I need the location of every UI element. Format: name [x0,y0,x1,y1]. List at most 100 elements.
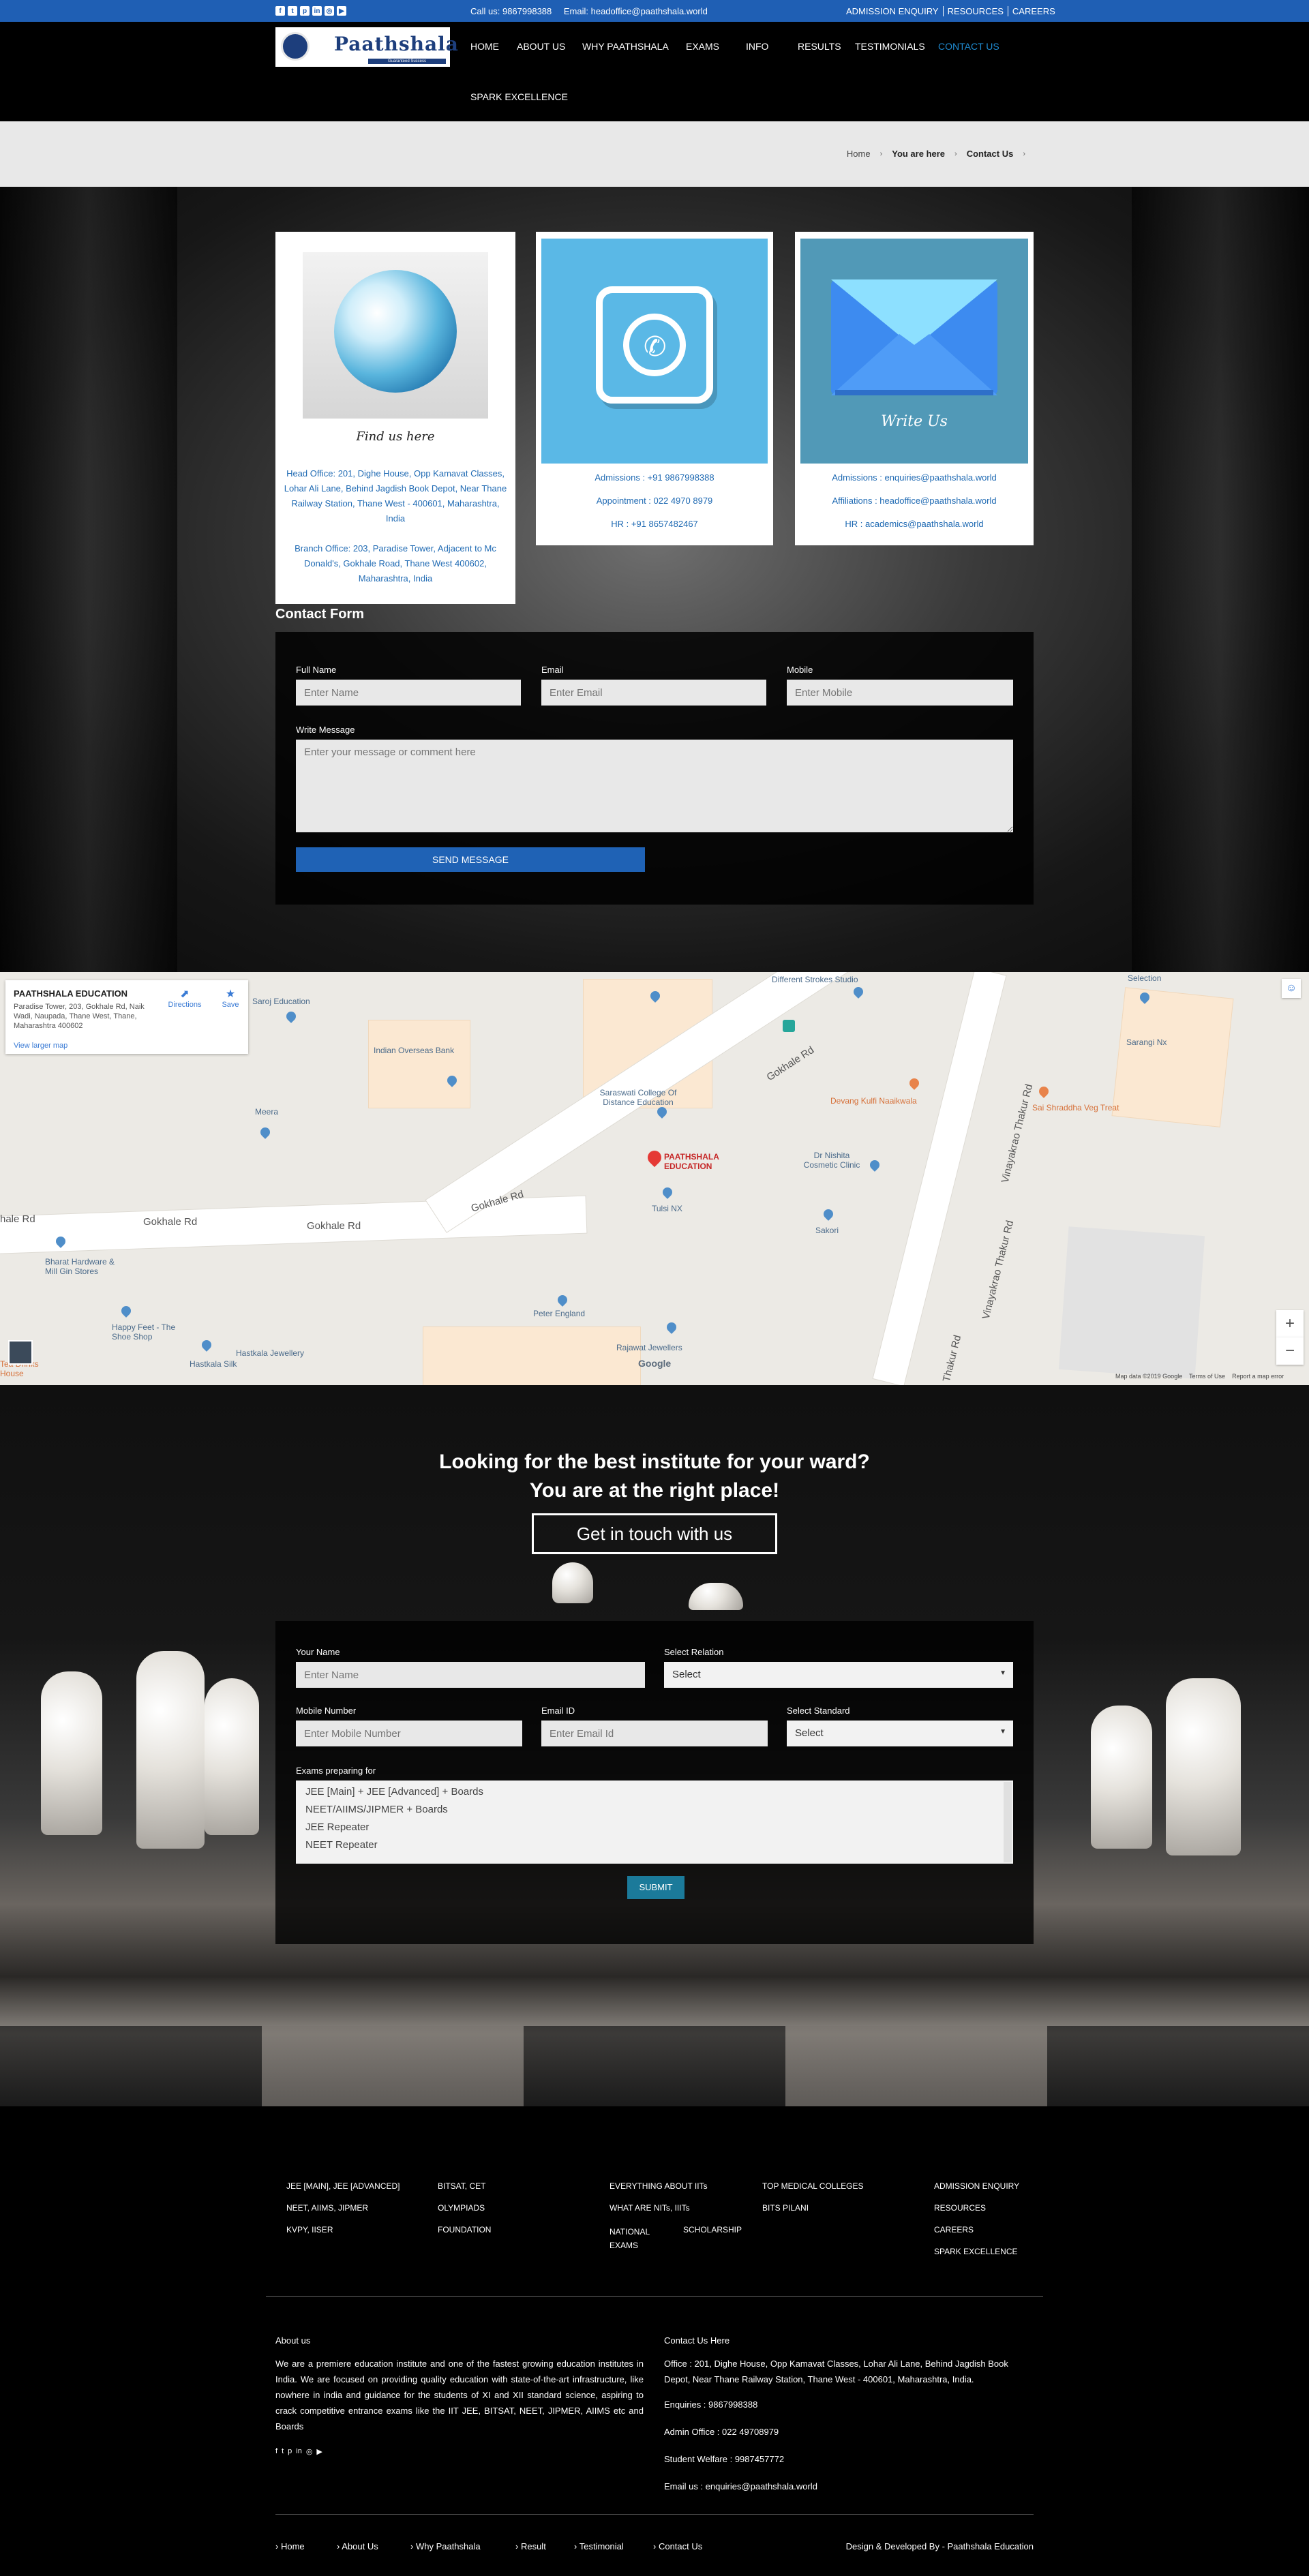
map-label-dr-nishita[interactable]: Dr Nishita Cosmetic Clinic [798,1151,866,1170]
map-label-happy-feet[interactable]: Happy Feet - The Shoe Shop [112,1322,187,1342]
pinterest-icon[interactable]: p [300,6,310,16]
footer-bottom-link[interactable]: › About Us [337,2541,410,2551]
footer-link[interactable]: SPARK EXCELLENCE [934,2247,1018,2256]
directions-button[interactable]: ⬈ Directions [168,987,202,1009]
write-affiliations[interactable]: Affiliations : headoffice@paathshala.wor… [795,494,1034,509]
map-label-rajawat[interactable]: Rajawat Jewellers [616,1343,682,1352]
map-pin[interactable] [1037,1085,1051,1098]
map-label-selection[interactable]: Selection [1128,973,1161,983]
nav-about-us[interactable]: ABOUT US [517,41,565,52]
street-view-icon[interactable]: ☺ [1282,979,1301,998]
get-in-touch-button[interactable]: Get in touch with us [532,1513,777,1554]
youtube-icon[interactable]: ▶ [316,2447,322,2456]
top-email[interactable]: Email: headoffice@paathshala.world [564,6,708,16]
footer-link[interactable]: BITSAT, CET [438,2181,485,2191]
map-label-peter-england[interactable]: Peter England [533,1309,585,1318]
facebook-icon[interactable]: f [275,6,285,16]
write-hr[interactable]: HR : academics@paathshala.world [795,517,1034,532]
exam-option[interactable]: NEET/AIIMS/JIPMER + Boards [305,1801,1004,1819]
top-call[interactable]: Call us: 9867998388 [470,6,552,16]
map-label-saraswati[interactable]: Saraswati College Of Distance Education [590,1088,686,1107]
mobile-number-input[interactable] [296,1721,522,1746]
footer-link[interactable]: FOUNDATION [438,2225,491,2234]
message-textarea[interactable] [296,740,1013,832]
map-pin[interactable] [284,1010,298,1023]
footer-bottom-link[interactable]: › Result [515,2541,574,2551]
top-link-resources[interactable]: RESOURCES [944,6,1008,16]
footer-link[interactable]: BITS PILANI [762,2203,809,2213]
pinterest-icon[interactable]: p [288,2447,292,2456]
map-pin[interactable] [200,1338,213,1352]
map-label-meera[interactable]: Meera [255,1107,278,1117]
map-label-hastkala[interactable]: Hastkala Jewellery [236,1348,304,1358]
top-link-careers[interactable]: CAREERS [1008,6,1059,16]
map-pin[interactable] [852,985,865,999]
footer-link[interactable]: KVPY, IISER [286,2225,333,2234]
twitter-icon[interactable]: t [288,6,297,16]
exam-option[interactable]: JEE [Main] + JEE [Advanced] + Boards [305,1783,1004,1801]
map-pin[interactable] [907,1076,921,1090]
save-button[interactable]: ★ Save [217,987,244,1009]
whatsapp-appointment[interactable]: Appointment : 022 4970 8979 [536,494,773,509]
footer-admin-office[interactable]: Admin Office : 022 49708979 [664,2424,779,2440]
twitter-icon[interactable]: t [282,2447,284,2456]
map-pin[interactable] [822,1207,835,1221]
whatsapp-hr[interactable]: HR : +91 8657482467 [536,517,773,532]
linkedin-icon[interactable]: in [312,6,322,16]
location-pin-icon[interactable] [644,1147,665,1168]
nav-spark-excellence[interactable]: SPARK EXCELLENCE [470,91,568,102]
your-name-input[interactable] [296,1662,645,1688]
map-pin-label[interactable]: PAATHSHALA EDUCATION [664,1152,732,1171]
footer-bottom-link[interactable]: › Why Paathshala [410,2541,515,2551]
footer-link[interactable]: CAREERS [934,2225,974,2234]
footer-bottom-link[interactable]: › Contact Us [653,2541,721,2551]
email-id-input[interactable] [541,1721,768,1746]
footer-link[interactable]: RESOURCES [934,2203,986,2213]
view-larger-map-link[interactable]: View larger map [14,1042,67,1050]
linkedin-icon[interactable]: in [296,2447,302,2456]
map-pin[interactable] [556,1293,569,1307]
footer-link[interactable]: NEET, AIIMS, JIPMER [286,2203,368,2213]
footer-link[interactable]: JEE [MAIN], JEE [ADVANCED] [286,2181,400,2191]
map-pin[interactable] [665,1320,678,1334]
footer-link[interactable]: SCHOLARSHIP [683,2225,742,2234]
footer-bottom-link[interactable]: › Testimonial [574,2541,653,2551]
nav-why-paathshala[interactable]: WHY PAATHSHALA [582,41,669,52]
map-pin[interactable] [661,1185,674,1199]
footer-link[interactable]: NATIONAL EXAMS [610,2225,660,2252]
nav-info[interactable]: INFO [746,41,768,52]
mobile-input[interactable] [787,680,1013,706]
relation-select[interactable]: Select ▼ [664,1662,1013,1688]
facebook-icon[interactable]: f [275,2447,277,2456]
map-label-different-strokes[interactable]: Different Strokes Studio [772,975,858,984]
footer-bottom-link[interactable]: › Home [275,2541,337,2551]
map-label-indian-overseas[interactable]: Indian Overseas Bank [374,1046,454,1055]
top-link-admission-enquiry[interactable]: ADMISSION ENQUIRY [842,6,944,16]
breadcrumb-home[interactable]: Home [847,149,871,159]
full-name-input[interactable] [296,680,521,706]
map-pin[interactable] [868,1158,882,1172]
transit-icon[interactable] [783,1020,795,1032]
map-label-tulsi[interactable]: Tulsi NX [652,1204,682,1213]
nav-contact-us[interactable]: CONTACT US [938,41,999,52]
footer-link[interactable]: TOP MEDICAL COLLEGES [762,2181,864,2191]
instagram-icon[interactable]: ◎ [325,6,334,16]
nav-home[interactable]: HOME [470,41,499,52]
map-terms-link[interactable]: Terms of Use [1189,1373,1225,1380]
send-message-button[interactable]: SEND MESSAGE [296,847,645,872]
map-label-saroj-education[interactable]: Saroj Education [252,997,310,1006]
footer-link[interactable]: OLYMPIADS [438,2203,485,2213]
nav-exams[interactable]: EXAMS [686,41,719,52]
write-admissions[interactable]: Admissions : enquiries@paathshala.world [795,470,1034,485]
map-label-devang[interactable]: Devang Kulfi Naaikwala [830,1096,917,1106]
nav-results[interactable]: RESULTS [798,41,841,52]
footer-student-welfare[interactable]: Student Welfare : 9987457772 [664,2451,784,2467]
whatsapp-admissions[interactable]: Admissions : +91 9867998388 [536,470,773,485]
map-label-hastkala-silk[interactable]: Hastkala Silk [190,1359,237,1369]
submit-button[interactable]: SUBMIT [627,1876,684,1899]
exam-option[interactable]: JEE Repeater [305,1819,1004,1836]
map-label-sakori[interactable]: Sakori [815,1226,839,1235]
listbox-scrollbar[interactable] [1004,1782,1012,1862]
email-input[interactable] [541,680,766,706]
zoom-in-button[interactable]: + [1276,1310,1304,1337]
